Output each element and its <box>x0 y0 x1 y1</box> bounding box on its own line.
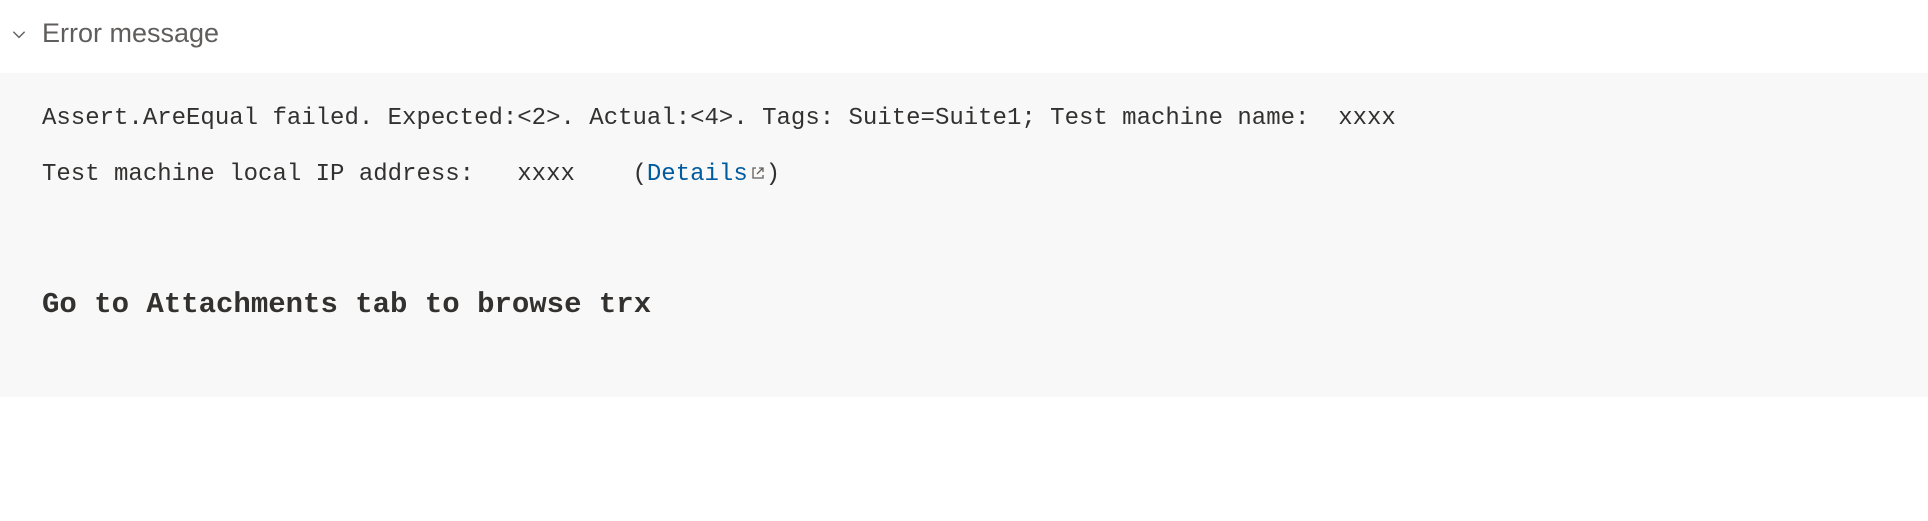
error-line-2: Test machine local IP address: xxxx (Det… <box>42 157 1888 193</box>
error-line-1: Assert.AreEqual failed. Expected:<2>. Ac… <box>42 101 1888 137</box>
chevron-down-icon <box>10 25 28 43</box>
section-title: Error message <box>42 18 219 49</box>
paren-close: ) <box>766 161 780 188</box>
error-line-2-text: Test machine local IP address: xxxx <box>42 161 633 188</box>
error-message-body: Assert.AreEqual failed. Expected:<2>. Ac… <box>0 73 1928 397</box>
details-link[interactable]: Details <box>647 161 766 188</box>
external-link-icon <box>750 158 766 194</box>
attachments-hint: Go to Attachments tab to browse trx <box>42 283 1888 327</box>
paren-open: ( <box>633 161 647 188</box>
details-label: Details <box>647 161 748 188</box>
error-message-section-header[interactable]: Error message <box>0 0 1928 73</box>
